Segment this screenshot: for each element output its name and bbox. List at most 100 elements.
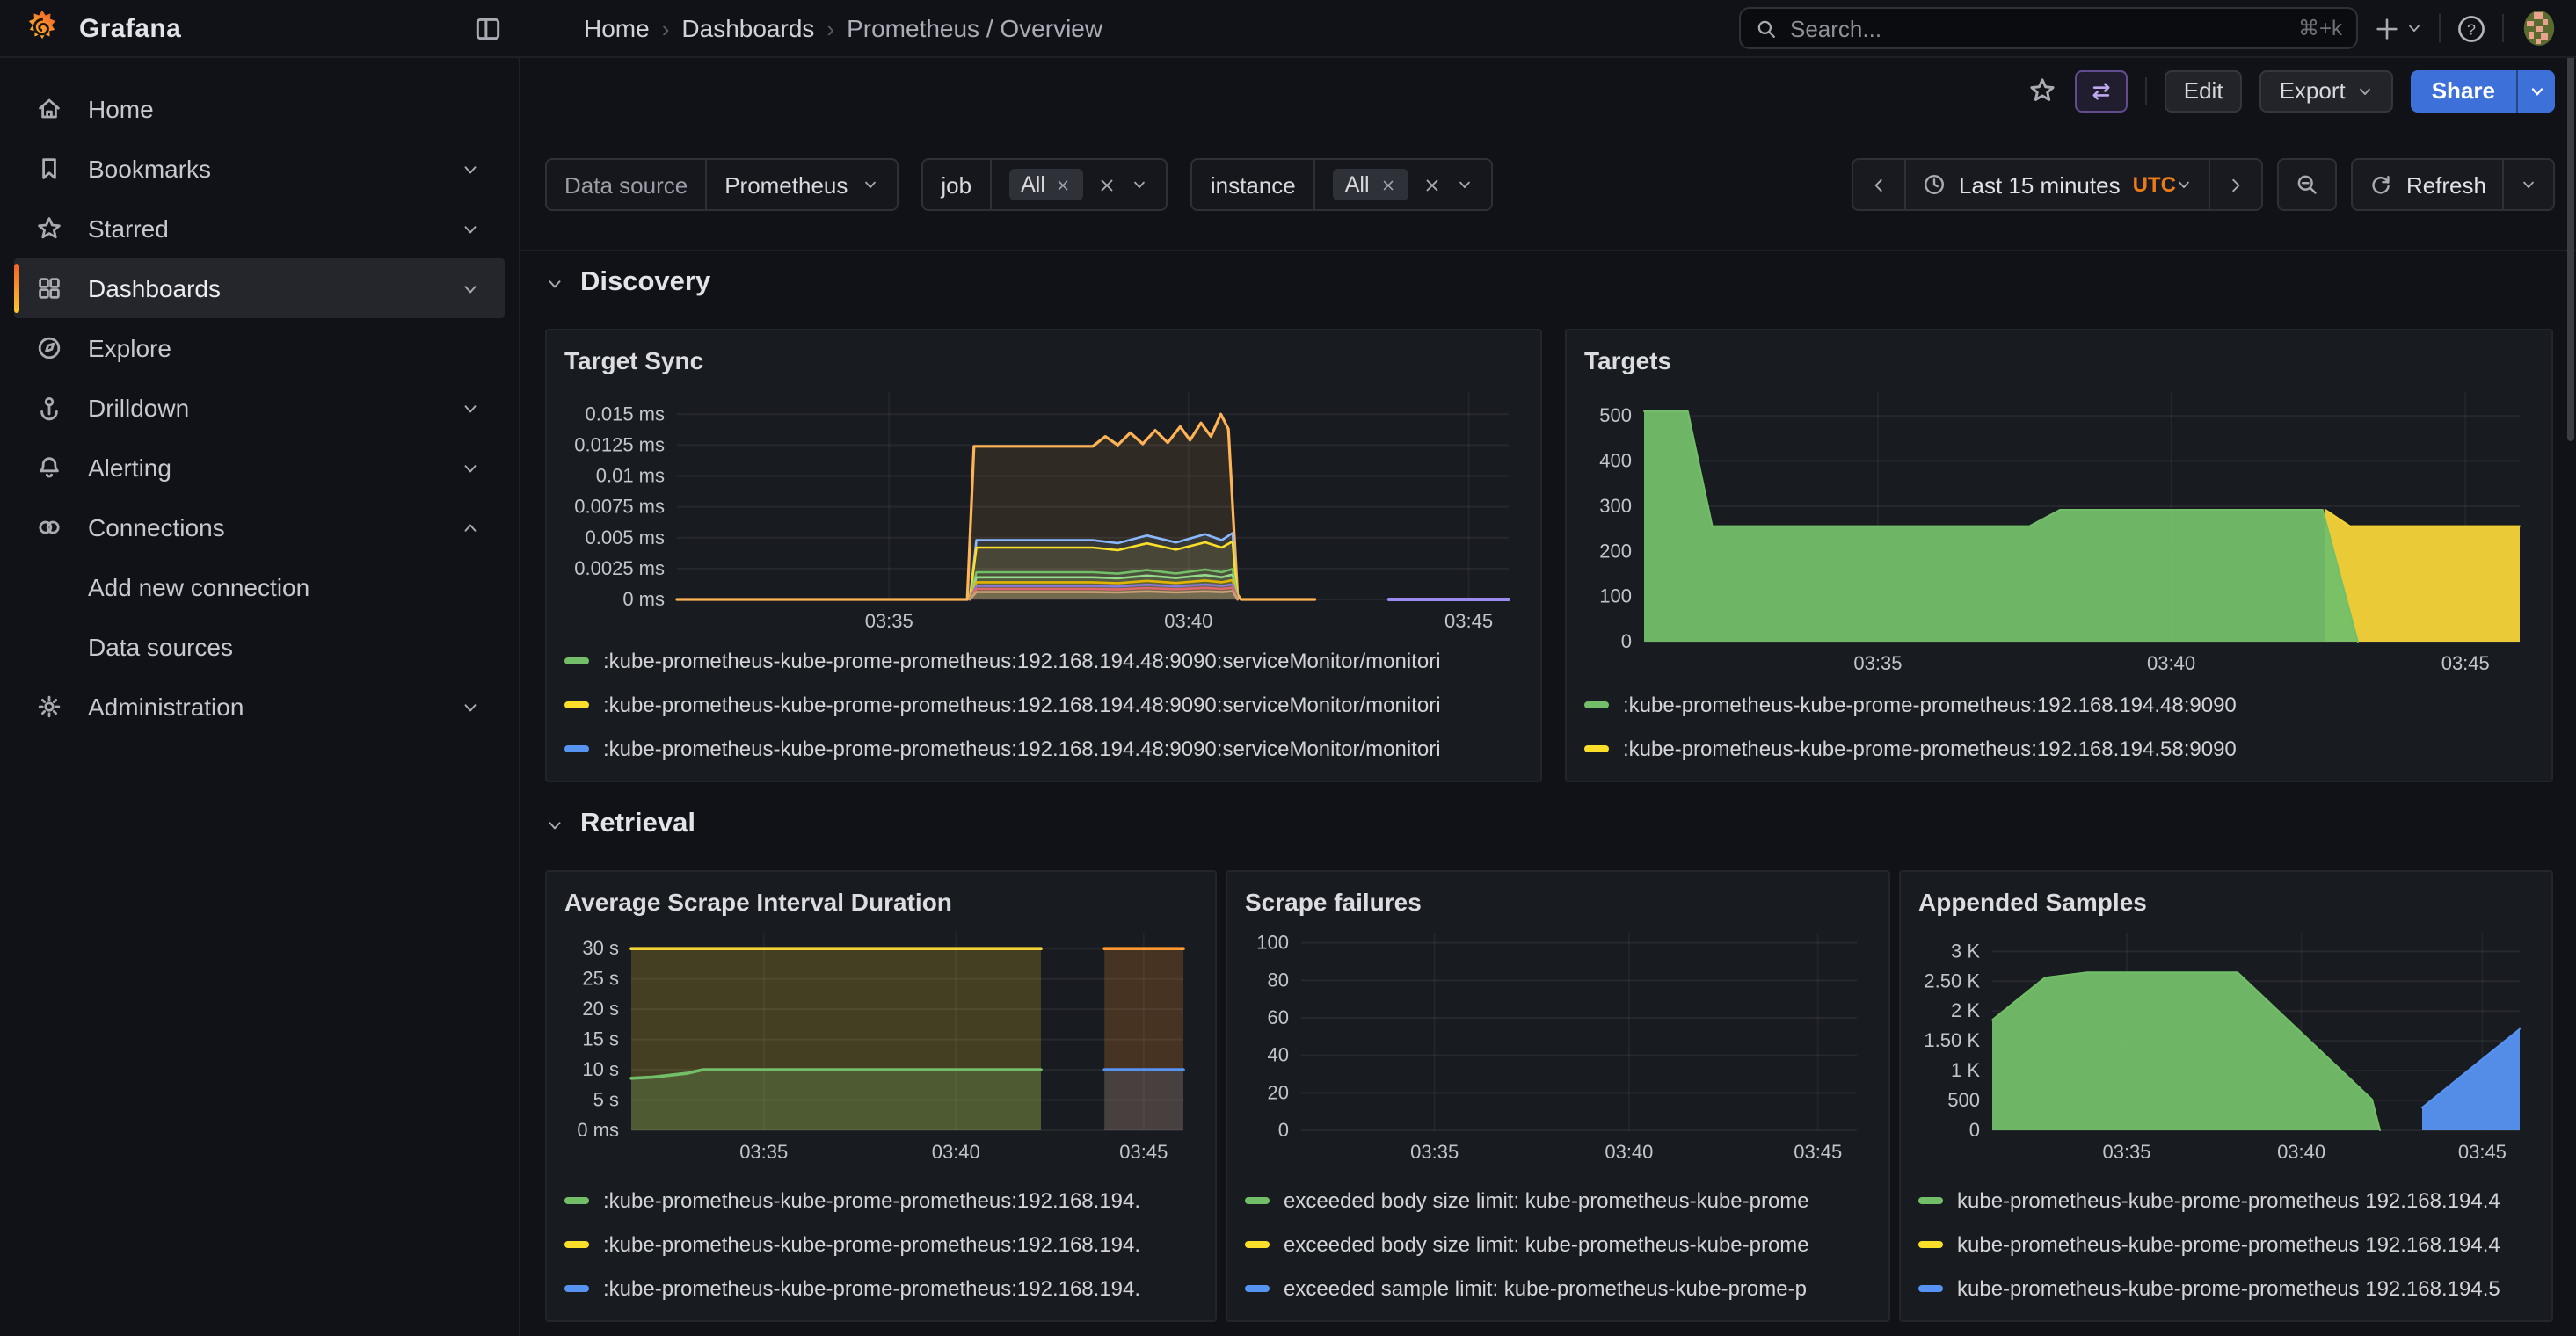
- search-input[interactable]: Search... ⌘+k: [1739, 7, 2358, 49]
- average-scrape-interval-chart[interactable]: 30 s25 s20 s15 s10 s5 s0 ms03:3503:4003:…: [564, 919, 1197, 1169]
- job-label: job: [923, 160, 989, 209]
- panel-title[interactable]: Targets: [1584, 343, 2534, 378]
- time-shift-forward-button[interactable]: [2209, 160, 2262, 209]
- svg-text:20: 20: [1268, 1081, 1289, 1103]
- scrollbar[interactable]: [2567, 28, 2574, 441]
- legend-item[interactable]: exceeded sample limit: kube-prometheus-k…: [1245, 1266, 1871, 1310]
- breadcrumb-dashboards[interactable]: Dashboards: [681, 14, 814, 42]
- zoom-out-button[interactable]: [2278, 158, 2338, 211]
- export-button[interactable]: Export: [2260, 69, 2393, 112]
- breadcrumb: Home › Dashboards › Prometheus / Overvie…: [584, 14, 1102, 42]
- legend-item[interactable]: :kube-prometheus-kube-prome-prometheus:1…: [1584, 726, 2534, 770]
- panel-title[interactable]: Target Sync: [564, 343, 1523, 378]
- targets-chart[interactable]: 500400300200100003:3503:4003:45: [1584, 378, 2534, 680]
- appended-samples-chart[interactable]: 3 K2.50 K2 K1.50 K1 K500003:3503:4003:45: [1918, 919, 2534, 1169]
- legend-item[interactable]: :kube-prometheus-kube-prome-prometheus:1…: [564, 682, 1523, 726]
- chevron-down-icon: [545, 273, 564, 293]
- chevron-down-icon: [2528, 82, 2545, 99]
- sidebar-item-home[interactable]: Home: [14, 79, 505, 139]
- sidebar-item-label: Dashboards: [88, 274, 461, 302]
- chevron-down-icon: [461, 159, 480, 178]
- section-discovery[interactable]: Discovery: [545, 267, 710, 299]
- sidebar-item-label: Bookmarks: [88, 155, 461, 183]
- chart-legend: :kube-prometheus-kube-prome-prometheus:1…: [1584, 682, 2534, 770]
- top-bar: Grafana Home › Dashboards › Prometheus /…: [0, 0, 2576, 58]
- panel-title[interactable]: Scrape failures: [1245, 884, 1871, 919]
- sidebar-item-administration[interactable]: Administration: [14, 677, 505, 737]
- share-menu-button[interactable]: [2516, 69, 2555, 112]
- svg-text:80: 80: [1268, 969, 1289, 991]
- legend-label: exceeded sample limit: kube-prometheus-k…: [1284, 1275, 1807, 1300]
- sidebar-item-explore[interactable]: Explore: [14, 318, 505, 378]
- refresh-button[interactable]: Refresh: [2354, 160, 2502, 209]
- svg-text:03:40: 03:40: [1164, 610, 1212, 632]
- favorite-star-button[interactable]: [2027, 76, 2057, 105]
- legend-swatch: [1245, 1240, 1270, 1247]
- legend-label: :kube-prometheus-kube-prome-prometheus:1…: [603, 648, 1441, 672]
- app-title: Grafana: [79, 13, 181, 43]
- sidebar-item-connections[interactable]: Connections: [14, 497, 505, 557]
- legend-label: kube-prometheus-kube-prome-prometheus 19…: [1957, 1231, 2500, 1256]
- add-button[interactable]: [2374, 15, 2423, 41]
- legend-item[interactable]: :kube-prometheus-kube-prome-prometheus:1…: [564, 726, 1523, 770]
- help-button[interactable]: ?: [2456, 13, 2486, 43]
- legend-swatch: [1918, 1240, 1943, 1247]
- help-icon: ?: [2456, 13, 2486, 43]
- refresh-label: Refresh: [2406, 171, 2486, 198]
- target-sync-chart[interactable]: 0.015 ms0.0125 ms0.01 ms0.0075 ms0.005 m…: [564, 378, 1523, 638]
- sidebar-item-data-sources[interactable]: Data sources: [14, 617, 505, 677]
- legend-item[interactable]: :kube-prometheus-kube-prome-prometheus:1…: [1584, 682, 2534, 726]
- avatar[interactable]: [2520, 9, 2558, 47]
- instance-value[interactable]: All: [1313, 160, 1491, 209]
- legend-item[interactable]: :kube-prometheus-kube-prome-prometheus:1…: [564, 638, 1523, 682]
- svg-text:03:45: 03:45: [1119, 1141, 1168, 1163]
- top-bar-left: Grafana: [0, 0, 520, 56]
- svg-text:100: 100: [1599, 585, 1632, 607]
- breadcrumb-home[interactable]: Home: [584, 14, 650, 42]
- legend-item[interactable]: :kube-prometheus-kube-prome-prometheus:1…: [564, 1178, 1197, 1222]
- refresh-interval-button[interactable]: [2502, 160, 2553, 209]
- sidebar-toggle-icon[interactable]: [473, 13, 503, 43]
- job-chip[interactable]: All: [1008, 169, 1084, 200]
- job-value[interactable]: All: [989, 160, 1167, 209]
- share-button[interactable]: Share: [2411, 69, 2516, 112]
- datasource-value[interactable]: Prometheus: [705, 160, 897, 209]
- legend-item[interactable]: kube-prometheus-kube-prome-prometheus 19…: [1918, 1222, 2534, 1266]
- close-icon: [1423, 175, 1442, 194]
- top-bar-right: Search... ⌘+k ?: [1739, 7, 2576, 49]
- sidebar-item-add-new-connection[interactable]: Add new connection: [14, 557, 505, 617]
- legend-label: :kube-prometheus-kube-prome-prometheus:1…: [603, 1275, 1140, 1300]
- svg-text:0.005 ms: 0.005 ms: [586, 526, 666, 548]
- legend-item[interactable]: :kube-prometheus-kube-prome-prometheus:1…: [564, 1266, 1197, 1310]
- sidebar-item-label: Explore: [88, 334, 505, 362]
- time-shift-back-button[interactable]: [1853, 160, 1904, 209]
- filter-bar: Data source Prometheus job All instance: [520, 155, 2576, 214]
- section-retrieval[interactable]: Retrieval: [545, 809, 695, 840]
- chevron-left-icon: [1869, 175, 1888, 194]
- grafana-logo-icon[interactable]: [23, 9, 62, 47]
- search-shortcut: ⌘+k: [2298, 16, 2342, 40]
- legend-item[interactable]: :kube-prometheus-kube-prome-prometheus:1…: [564, 1222, 1197, 1266]
- legend-item[interactable]: kube-prometheus-kube-prome-prometheus 19…: [1918, 1178, 2534, 1222]
- edit-button[interactable]: Edit: [2165, 69, 2243, 112]
- instance-chip[interactable]: All: [1333, 169, 1408, 200]
- panel-title[interactable]: Appended Samples: [1918, 884, 2534, 919]
- svg-text:03:35: 03:35: [865, 610, 913, 632]
- time-range-picker[interactable]: Last 15 minutes UTC: [1904, 160, 2209, 209]
- sidebar-item-dashboards[interactable]: Dashboards: [14, 258, 505, 318]
- legend-item[interactable]: exceeded body size limit: kube-prometheu…: [1245, 1178, 1871, 1222]
- sidebar-item-starred[interactable]: Starred: [14, 199, 505, 258]
- grid-icon: [35, 274, 63, 302]
- panel-title[interactable]: Average Scrape Interval Duration: [564, 884, 1197, 919]
- sidebar-item-bookmarks[interactable]: Bookmarks: [14, 139, 505, 199]
- legend-item[interactable]: kube-prometheus-kube-prome-prometheus 19…: [1918, 1266, 2534, 1310]
- instance-label: instance: [1193, 160, 1313, 209]
- legend-item[interactable]: exceeded body size limit: kube-prometheu…: [1245, 1222, 1871, 1266]
- sidebar-item-alerting[interactable]: Alerting: [14, 438, 505, 497]
- scrape-failures-chart[interactable]: 10080604020003:3503:4003:45: [1245, 919, 1871, 1169]
- sidebar-item-drilldown[interactable]: Drilldown: [14, 378, 505, 438]
- job-filter: job All: [921, 158, 1168, 211]
- switch-view-button[interactable]: [2075, 69, 2128, 112]
- svg-text:60: 60: [1268, 1006, 1289, 1028]
- svg-text:100: 100: [1256, 932, 1289, 954]
